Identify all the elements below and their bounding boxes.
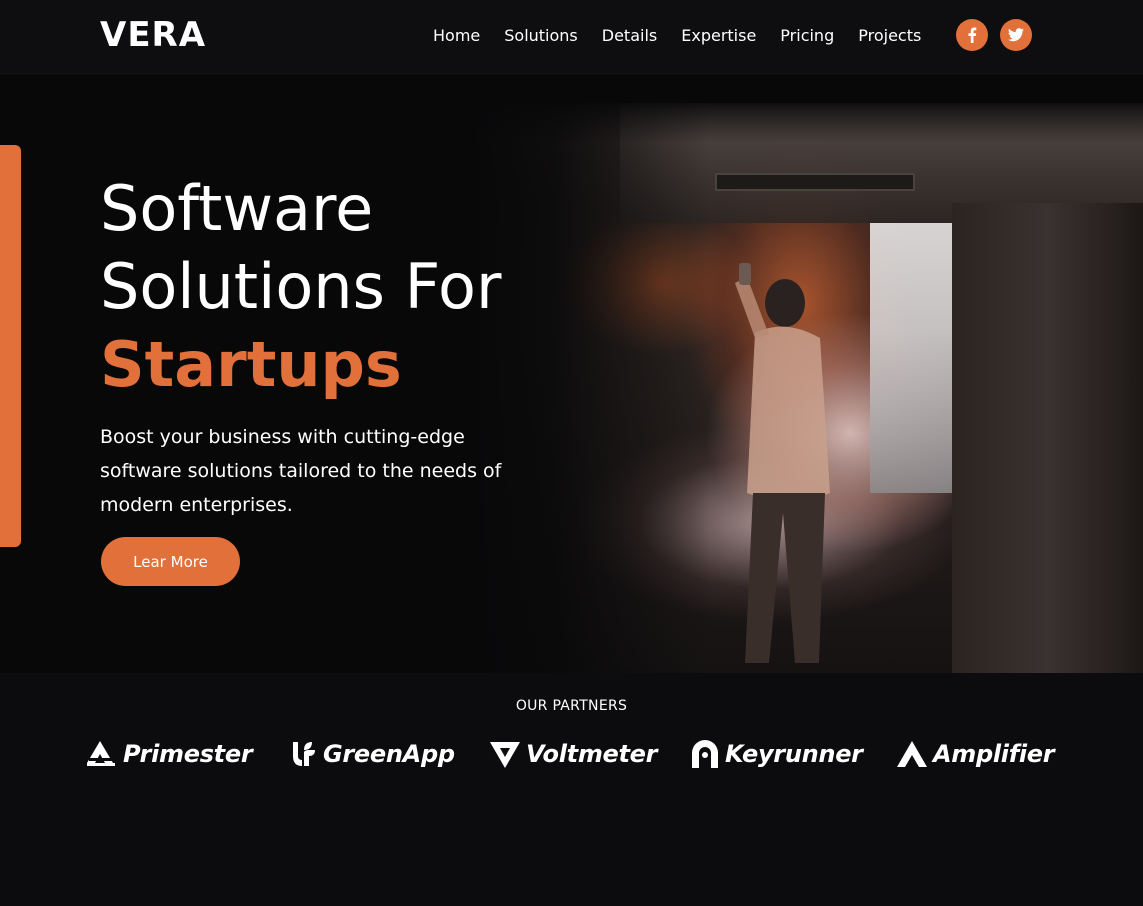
partner-name: Keyrunner [725,740,863,768]
twitter-icon [1008,28,1024,42]
hero-title: Software Solutions For Startups [100,170,501,404]
nav-item-details[interactable]: Details [602,26,657,45]
facebook-icon [968,27,977,43]
partner-name: Primester [123,740,253,768]
partner-name: Amplifier [933,740,1055,768]
greenapp-logo-icon [293,742,315,766]
learn-more-button[interactable]: Lear More [101,537,240,586]
partner-primester[interactable]: Primester [87,737,253,771]
hero-description: Boost your business with cutting-edge so… [100,426,502,516]
partner-greenapp[interactable]: GreenApp [291,737,455,771]
amplifier-logo-icon [897,741,927,767]
nav-item-home[interactable]: Home [433,26,480,45]
accent-side-bar [0,145,21,547]
hero-title-line-1: Software [100,172,374,245]
person-with-smoke-flare [735,263,830,663]
partner-voltmeter[interactable]: Voltmeter [490,737,657,771]
nav-item-pricing[interactable]: Pricing [780,26,834,45]
hero-image [470,103,1143,673]
partner-name: GreenApp [323,740,455,768]
partner-amplifier[interactable]: Amplifier [897,737,1055,771]
nav-item-expertise[interactable]: Expertise [681,26,756,45]
nav-item-solutions[interactable]: Solutions [504,26,578,45]
site-header: VERA Home Solutions Details Expertise Pr… [0,0,1143,74]
keyrunner-logo-icon [692,740,718,768]
brand-logo[interactable]: VERA [100,18,206,52]
primester-logo-icon [87,741,117,766]
twitter-button[interactable] [1000,19,1032,51]
partner-keyrunner[interactable]: Keyrunner [691,737,863,771]
hero-title-accent: Startups [100,328,402,401]
hero-section: Software Solutions For Startups Boost yo… [0,75,1143,673]
voltmeter-logo-icon [490,742,520,768]
facebook-button[interactable] [956,19,988,51]
partners-title: OUR PARTNERS [515,698,628,714]
partner-name: Voltmeter [526,740,658,768]
main-nav: Home Solutions Details Expertise Pricing… [421,22,933,48]
social-links [956,19,1032,51]
brand-name: VERA [100,15,207,55]
nav-item-projects[interactable]: Projects [858,26,921,45]
partners-section: OUR PARTNERS Primester GreenApp Voltmete… [0,673,1143,906]
hero-title-line-2: Solutions For [100,250,502,323]
